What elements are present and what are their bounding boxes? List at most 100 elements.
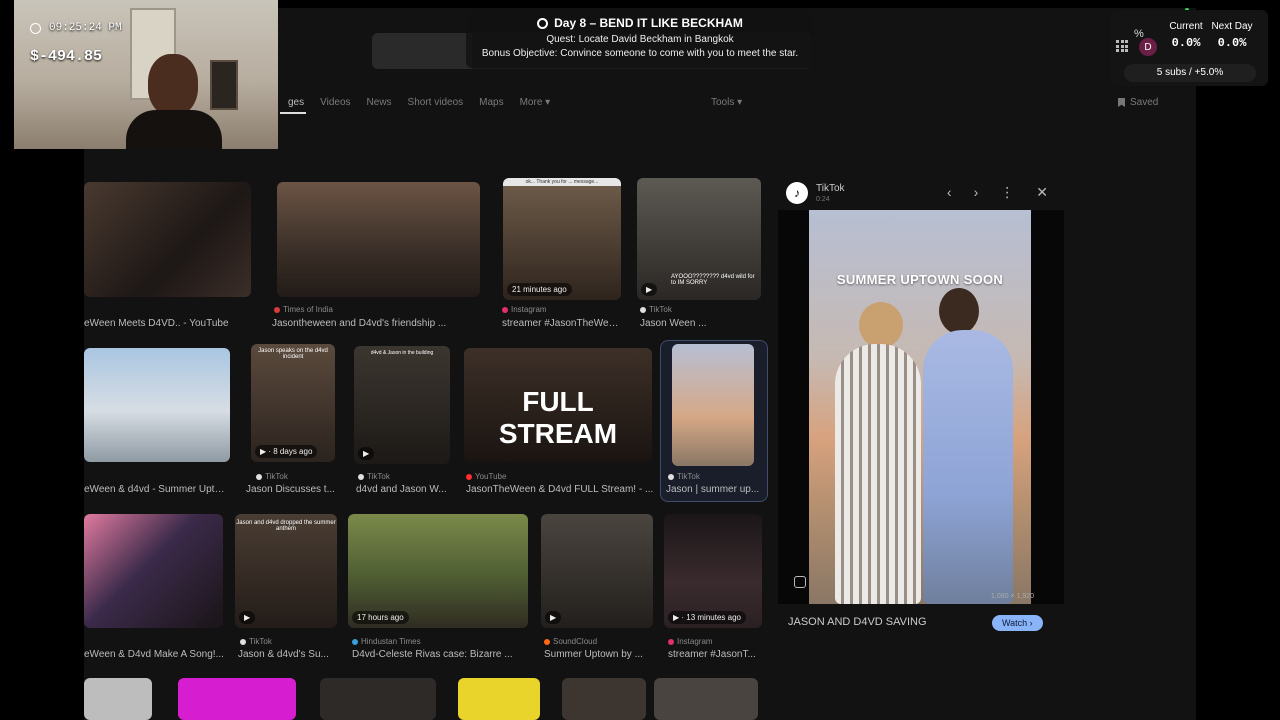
result-image[interactable]: d4vd & Jason in the building ▶ — [354, 346, 450, 464]
result-image[interactable]: Jason and d4vd dropped the summer anthem… — [235, 514, 337, 628]
result-title[interactable]: D4vd-Celeste Rivas case: Bizarre ... — [352, 649, 528, 660]
result-title[interactable]: JasonTheWeen & D4vd FULL Stream! - ... — [466, 484, 656, 495]
watch-button[interactable]: Watch › — [992, 615, 1043, 631]
result-image[interactable]: ▶ · 13 minutes ago — [664, 514, 762, 628]
result-image[interactable] — [458, 678, 540, 720]
next-icon[interactable]: › — [974, 184, 979, 201]
source-icon — [544, 638, 550, 645]
source-icon — [668, 638, 674, 645]
bookmark-icon — [1118, 98, 1125, 107]
result-title[interactable]: Summer Uptown by ... — [544, 649, 654, 660]
result-title[interactable]: eWeen & d4vd - Summer Upto... — [84, 484, 226, 495]
result-title[interactable]: streamer #JasonT... — [668, 649, 762, 660]
result-overlay-text: d4vd & Jason in the building — [370, 350, 434, 356]
clock-icon — [30, 22, 41, 34]
saved-label: Saved — [1130, 97, 1159, 108]
tab-short-videos[interactable]: Short videos — [400, 96, 472, 126]
source-icon — [640, 306, 646, 313]
result-image[interactable]: 17 hours ago — [348, 514, 528, 628]
result-source: TikTok — [240, 637, 272, 646]
play-icon: ▶ — [641, 283, 658, 296]
result-image[interactable]: ok... Thank you for ... message... 21 mi… — [503, 178, 621, 300]
prev-icon[interactable]: ‹ — [947, 184, 952, 201]
result-source-label: TikTok — [249, 637, 272, 646]
person-head — [859, 302, 903, 348]
result-image[interactable]: Jason speaks on the d4vd incident ▶ · 8 … — [251, 344, 335, 462]
more-options-icon[interactable]: ⋮ — [1000, 184, 1014, 201]
source-icon — [358, 473, 364, 480]
source-icon — [352, 638, 358, 645]
result-title[interactable]: eWeen Meets D4VD.. - YouTube — [84, 318, 251, 329]
apps-grid-icon[interactable] — [1116, 40, 1128, 52]
result-title[interactable]: Jasontheween and D4vd's friendship ... — [272, 318, 482, 329]
result-source-label: TikTok — [649, 305, 672, 314]
result-image[interactable] — [84, 348, 230, 462]
close-icon[interactable]: ✕ — [1036, 184, 1048, 201]
result-title[interactable]: streamer #JasonTheWee... — [502, 318, 620, 329]
preview-image[interactable]: SUMMER UPTOWN SOON — [809, 210, 1031, 604]
result-title[interactable]: eWeen & D4vd Make A Song!... — [84, 649, 224, 660]
result-badge: ▶ — [358, 447, 375, 460]
result-overlay-text: ok... Thank you for ... message... — [525, 179, 599, 185]
result-image[interactable]: ▶ — [541, 514, 653, 628]
avatar[interactable]: D — [1139, 38, 1157, 56]
person-figure — [923, 330, 1013, 604]
overlay-money: $-494.85 — [30, 48, 103, 65]
result-source: Hindustan Times — [352, 637, 421, 646]
next-day-label: Next Day — [1211, 21, 1253, 32]
source-icon — [240, 638, 246, 645]
result-image[interactable] — [84, 182, 251, 297]
result-badge: 21 minutes ago — [507, 283, 572, 296]
result-overlay-text: Jason speaks on the d4vd incident — [258, 348, 328, 360]
result-source-label: Instagram — [511, 305, 547, 314]
result-image[interactable]: FULL STREAM — [464, 348, 652, 462]
result-source: SoundCloud — [544, 637, 597, 646]
tab-more[interactable]: More ▾ — [512, 96, 559, 126]
result-source: TikTok — [668, 472, 700, 481]
preview-title[interactable]: JASON AND D4VD SAVING — [788, 616, 927, 628]
result-image[interactable] — [654, 678, 758, 720]
preview-controls: ‹ › ⋮ ✕ — [947, 184, 1048, 201]
lens-icon[interactable] — [794, 576, 806, 588]
source-icon — [502, 306, 508, 313]
result-badge: 17 hours ago — [352, 611, 409, 624]
preview-source[interactable]: ♪ TikTok 0:24 — [786, 182, 845, 204]
webcam-face — [148, 54, 198, 116]
tab-news[interactable]: News — [359, 96, 400, 126]
tools-button[interactable]: Tools ▾ — [711, 97, 742, 108]
result-source-label: TikTok — [367, 472, 390, 481]
result-title[interactable]: Jason Ween ... — [640, 318, 760, 329]
result-title[interactable]: Jason & d4vd's Su... — [238, 649, 334, 660]
result-title[interactable]: d4vd and Jason W... — [356, 484, 448, 495]
result-image[interactable] — [562, 678, 646, 720]
overlay-clock: 09:25:24 PM — [30, 22, 122, 34]
preview-image-frame[interactable]: SUMMER UPTOWN SOON 1,080 × 1,920 — [778, 210, 1064, 604]
result-source: Instagram — [502, 305, 547, 314]
result-image[interactable] — [277, 182, 480, 297]
tab-images[interactable]: ges — [280, 96, 312, 126]
result-image[interactable] — [320, 678, 436, 720]
preview-panel: ♪ TikTok 0:24 ‹ › ⋮ ✕ SUMMER UPTOWN SOON… — [776, 176, 1064, 656]
result-image[interactable] — [84, 514, 223, 628]
source-icon — [668, 473, 674, 480]
webcam-person — [126, 54, 222, 149]
source-icon — [274, 306, 280, 313]
result-title[interactable]: Jason | summer up... — [666, 484, 762, 495]
preview-duration: 0:24 — [816, 196, 830, 203]
result-badge: ▶ — [545, 611, 562, 624]
result-overlay-text: Jason and d4vd dropped the summer anthem — [236, 520, 336, 532]
saved-button[interactable]: Saved — [1118, 97, 1158, 108]
result-image[interactable] — [178, 678, 296, 720]
person-figure — [835, 344, 921, 604]
result-title[interactable]: Jason Discusses t... — [246, 484, 336, 495]
result-source-label: Hindustan Times — [361, 637, 421, 646]
tab-maps[interactable]: Maps — [471, 96, 511, 126]
result-image[interactable] — [672, 344, 754, 466]
quest-title: Day 8 – BEND IT LIKE BECKHAM — [554, 16, 743, 30]
result-image[interactable]: AYOOO???????? d4vd wild for to IM SORRY … — [637, 178, 761, 300]
result-overlay-text: AYOOO???????? d4vd wild for to IM SORRY — [671, 274, 755, 286]
tab-videos[interactable]: Videos — [312, 96, 358, 126]
result-badge: ▶ · 8 days ago — [255, 445, 318, 458]
result-image[interactable] — [84, 678, 152, 720]
bonus-objective: Bonus Objective: Convince someone to com… — [481, 48, 799, 59]
